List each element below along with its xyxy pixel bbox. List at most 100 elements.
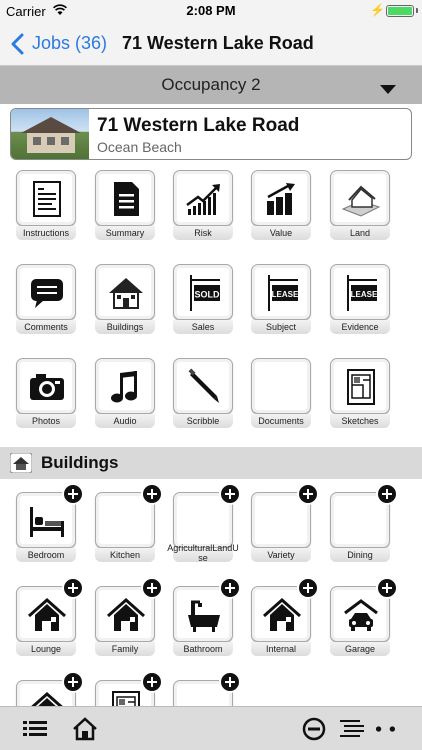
tile-land[interactable]: Land: [330, 170, 390, 240]
tile-label: Value: [269, 228, 293, 238]
svg-text:SOLD: SOLD: [194, 290, 220, 300]
tile-photos[interactable]: Photos: [16, 358, 76, 428]
tile-label: Bedroom: [27, 550, 65, 560]
dropdown-arrow-icon[interactable]: [380, 85, 396, 94]
tile-family[interactable]: Family: [95, 577, 163, 656]
bathtub-icon: [188, 600, 220, 632]
tile-frame: LEASE: [330, 264, 390, 320]
tile-label: Bathroom: [183, 644, 223, 654]
house-window: [33, 137, 41, 145]
tile-summary[interactable]: Summary: [95, 170, 155, 240]
property-title: 71 Western Lake Road: [97, 115, 300, 136]
occupancy-label: Occupancy 2: [161, 75, 261, 94]
house-window: [47, 137, 55, 145]
tile-kitchen[interactable]: Kitchen: [95, 483, 163, 562]
bed-icon: [30, 507, 64, 537]
property-card[interactable]: 71 Western Lake Road Ocean Beach: [10, 108, 412, 160]
add-plus-icon[interactable]: [141, 483, 163, 505]
add-plus-icon[interactable]: [297, 577, 319, 599]
tile-risk[interactable]: Risk: [173, 170, 233, 240]
tile-label: Subject: [265, 322, 297, 332]
tile-scribble[interactable]: Scribble: [173, 358, 233, 428]
tile-variety[interactable]: Variety: [251, 483, 319, 562]
camera-icon: [30, 374, 64, 400]
lease-sign-icon: LEASE: [347, 275, 378, 311]
value-bar-chart-icon: [267, 183, 295, 215]
tile-label: Comments: [24, 322, 68, 332]
buildings-section-title: Buildings: [41, 453, 119, 472]
tile-label: Buildings: [106, 322, 144, 332]
property-suburb: Ocean Beach: [97, 139, 182, 155]
tile-value[interactable]: Value: [251, 170, 311, 240]
tile-frame: [16, 170, 76, 226]
tile-frame: [173, 170, 233, 226]
tile-frame: [173, 358, 233, 414]
page-title: 71 Western Lake Road: [122, 33, 314, 53]
svg-text:LEASE: LEASE: [351, 290, 378, 299]
add-plus-icon[interactable]: [141, 577, 163, 599]
tile-garage[interactable]: Garage: [330, 577, 398, 656]
tile-frame: [95, 264, 155, 320]
svg-text:LEASE: LEASE: [272, 290, 299, 299]
tile-internal[interactable]: Internal: [251, 577, 319, 656]
add-plus-icon[interactable]: [376, 483, 398, 505]
tile-instructions[interactable]: Instructions: [16, 170, 76, 240]
screen: Carrier 2:08 PM ⚡ Jobs (36) 71 Western L…: [0, 0, 422, 750]
tile-buildings[interactable]: Buildings: [95, 264, 155, 334]
list-icon[interactable]: [22, 717, 48, 741]
house-roof: [21, 117, 81, 133]
tile-agriculturallanduse[interactable]: AgriculturalLandUse: [167, 483, 241, 563]
tile-lounge[interactable]: Lounge: [16, 577, 84, 656]
tile-subject[interactable]: LEASE Subject: [251, 264, 311, 334]
tile-label: Internal: [265, 644, 297, 654]
tile-label: Lounge: [30, 644, 62, 654]
lease-sign-icon: LEASE: [268, 275, 299, 311]
tile-comments[interactable]: Comments: [16, 264, 76, 334]
tile-label: Documents: [258, 416, 304, 426]
tile-frame: [95, 358, 155, 414]
occupancy-selector[interactable]: Occupancy 2: [0, 66, 422, 104]
more-icon[interactable]: [374, 717, 400, 741]
house-window: [61, 137, 69, 145]
add-plus-icon[interactable]: [62, 577, 84, 599]
back-chevron-icon[interactable]: [10, 33, 24, 55]
tile-documents[interactable]: Documents: [251, 358, 311, 428]
tile-bathroom[interactable]: Bathroom: [173, 577, 241, 656]
outline-list-icon[interactable]: [339, 717, 365, 741]
tile-sketches[interactable]: Sketches: [330, 358, 390, 428]
add-plus-icon[interactable]: [376, 577, 398, 599]
tile-label: Sales: [191, 322, 215, 332]
add-plus-icon[interactable]: [219, 577, 241, 599]
tile-sales[interactable]: SOLD Sales: [173, 264, 233, 334]
tile-evidence[interactable]: LEASE Evidence: [330, 264, 390, 334]
home-icon[interactable]: [72, 717, 98, 741]
add-plus-icon[interactable]: [297, 483, 319, 505]
tile-label: Variety: [267, 550, 295, 560]
tile-audio[interactable]: Audio: [95, 358, 155, 428]
add-plus-icon[interactable]: [219, 671, 241, 693]
add-plus-icon[interactable]: [141, 671, 163, 693]
minus-circle-icon[interactable]: [301, 717, 327, 741]
add-plus-icon[interactable]: [62, 671, 84, 693]
pen-icon: [188, 368, 219, 403]
tile-label: Evidence: [341, 322, 379, 332]
tile-dining[interactable]: Dining: [330, 483, 398, 562]
floor-plan-icon: [347, 369, 375, 405]
tile-label: Sketches: [341, 416, 379, 426]
navigation-bar: Jobs (36) 71 Western Lake Road: [0, 22, 422, 66]
charging-icon: ⚡: [370, 3, 385, 17]
property-photo: [11, 109, 89, 159]
instructions-document-icon: [33, 181, 61, 217]
add-plus-icon[interactable]: [219, 483, 241, 505]
tile-label: Summary: [105, 228, 145, 238]
tile-bedroom[interactable]: Bedroom: [16, 483, 84, 562]
comment-bubble-icon: [31, 279, 63, 308]
tile-frame: [330, 358, 390, 414]
tile-frame: [251, 358, 311, 414]
add-plus-icon[interactable]: [62, 483, 84, 505]
back-button[interactable]: Jobs (36): [32, 33, 107, 54]
tile-label: Land: [349, 228, 371, 238]
buildings-section-header: Buildings: [0, 447, 422, 479]
tile-label: Dining: [347, 550, 373, 560]
summary-document-icon: [114, 182, 139, 216]
